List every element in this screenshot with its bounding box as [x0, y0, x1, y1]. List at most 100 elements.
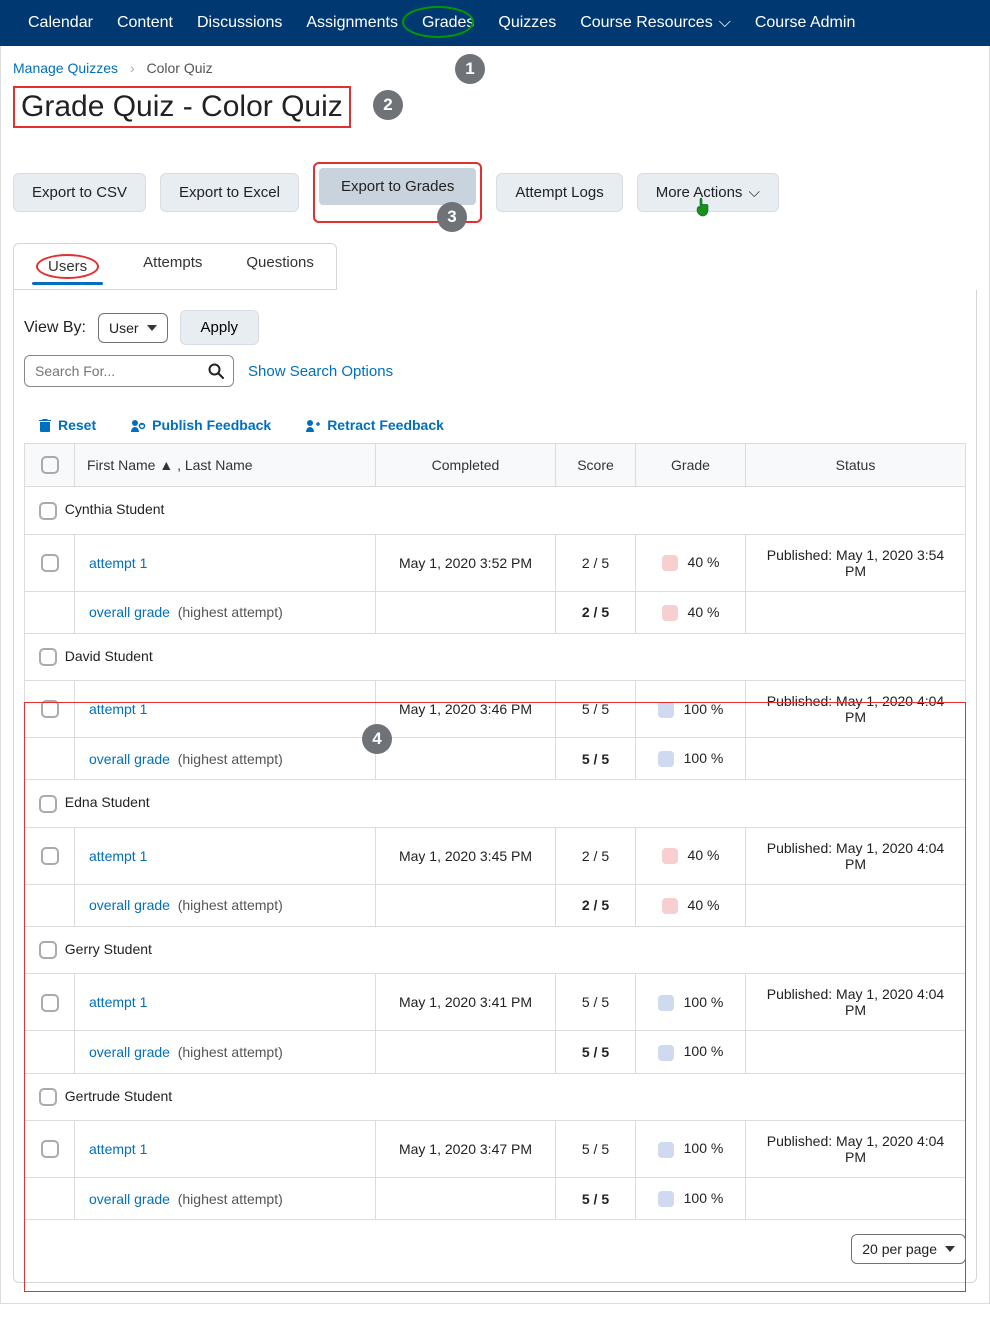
export-grades-button[interactable]: Export to Grades	[319, 168, 476, 205]
overall-note: (highest attempt)	[178, 1044, 283, 1060]
overall-grade-link[interactable]: overall grade	[89, 897, 170, 913]
top-nav: Calendar Content Discussions Assignments…	[0, 0, 990, 46]
nav-content[interactable]: Content	[105, 4, 185, 42]
export-csv-button[interactable]: Export to CSV	[13, 173, 146, 212]
publish-feedback-link[interactable]: Publish Feedback	[130, 417, 271, 433]
attempt-row: attempt 1May 1, 2020 3:45 PM2 / 540 %Pub…	[25, 827, 966, 884]
breadcrumb-root[interactable]: Manage Quizzes	[13, 60, 118, 76]
col-completed: Completed	[376, 444, 556, 487]
callout-2: 2	[373, 90, 403, 120]
nav-calendar[interactable]: Calendar	[16, 4, 105, 42]
attempt-row: attempt 1May 1, 2020 3:52 PM2 / 540 %Pub…	[25, 534, 966, 591]
grade-indicator-icon	[662, 555, 678, 571]
nav-quizzes[interactable]: Quizzes	[486, 4, 568, 42]
grade-indicator-icon	[662, 898, 678, 914]
overall-grade-link[interactable]: overall grade	[89, 1191, 170, 1207]
grade-cell: 40 %	[636, 827, 746, 884]
tab-users[interactable]: Users	[14, 244, 121, 289]
student-name: Gertrude Student	[65, 1088, 172, 1104]
overall-row: overall grade (highest attempt) 5 / 5100 …	[25, 1031, 966, 1073]
attempt-checkbox[interactable]	[41, 1140, 59, 1158]
score-cell: 5 / 5	[556, 681, 636, 738]
attempt-link[interactable]: attempt 1	[89, 701, 147, 717]
select-all-checkbox[interactable]	[41, 456, 59, 474]
attempt-checkbox[interactable]	[41, 700, 59, 718]
student-checkbox[interactable]	[39, 1088, 57, 1106]
view-by-select[interactable]: User	[98, 313, 168, 343]
per-page-select[interactable]: 20 per page	[851, 1234, 966, 1264]
overall-grade-link[interactable]: overall grade	[89, 751, 170, 767]
retract-icon	[305, 418, 321, 432]
student-row: Gertrude Student	[25, 1073, 966, 1120]
attempts-table: First Name ▲ , Last Name Completed Score…	[24, 443, 966, 1220]
pagination-row: 20 per page	[24, 1234, 966, 1264]
overall-grade-link[interactable]: overall grade	[89, 1044, 170, 1060]
attempt-logs-button[interactable]: Attempt Logs	[496, 173, 622, 212]
trash-icon	[38, 418, 52, 432]
col-name[interactable]: First Name ▲ , Last Name	[75, 444, 376, 487]
retract-feedback-link[interactable]: Retract Feedback	[305, 417, 444, 433]
overall-note: (highest attempt)	[178, 1191, 283, 1207]
overall-grade-link[interactable]: overall grade	[89, 604, 170, 620]
attempt-row: attempt 1May 1, 2020 3:41 PM5 / 5100 %Pu…	[25, 974, 966, 1031]
more-actions-button[interactable]: More Actions⌵	[637, 173, 779, 212]
student-row: Edna Student	[25, 780, 966, 827]
completed-cell: May 1, 2020 3:47 PM	[376, 1120, 556, 1177]
student-name: Gerry Student	[65, 941, 152, 957]
attempt-link[interactable]: attempt 1	[89, 848, 147, 864]
status-cell: Published: May 1, 2020 4:04 PM	[746, 681, 966, 738]
grade-indicator-icon	[662, 848, 678, 864]
search-input[interactable]	[35, 363, 205, 379]
student-row: Cynthia Student	[25, 487, 966, 534]
nav-course-admin[interactable]: Course Admin	[743, 4, 868, 42]
page-content: 1 Manage Quizzes › Color Quiz Grade Quiz…	[0, 46, 990, 1304]
attempt-checkbox[interactable]	[41, 994, 59, 1012]
chevron-down-icon: ⌵	[719, 14, 731, 31]
reset-link[interactable]: Reset	[38, 417, 96, 433]
completed-cell: May 1, 2020 3:46 PM	[376, 681, 556, 738]
apply-button[interactable]: Apply	[180, 310, 260, 345]
attempt-checkbox[interactable]	[41, 554, 59, 572]
student-checkbox[interactable]	[39, 502, 57, 520]
student-name: David Student	[65, 648, 153, 664]
overall-score-cell: 5 / 5	[556, 738, 636, 780]
attempt-link[interactable]: attempt 1	[89, 994, 147, 1010]
student-checkbox[interactable]	[39, 648, 57, 666]
overall-score-cell: 5 / 5	[556, 1031, 636, 1073]
breadcrumb: Manage Quizzes › Color Quiz	[13, 56, 977, 84]
overall-grade-cell: 100 %	[636, 1031, 746, 1073]
overall-note: (highest attempt)	[178, 751, 283, 767]
status-cell: Published: May 1, 2020 4:04 PM	[746, 827, 966, 884]
overall-grade-cell: 40 %	[636, 591, 746, 633]
search-row: Show Search Options	[24, 355, 966, 387]
overall-row: overall grade (highest attempt) 5 / 5100 …	[25, 738, 966, 780]
overall-grade-cell: 100 %	[636, 738, 746, 780]
score-cell: 5 / 5	[556, 974, 636, 1031]
attempt-checkbox[interactable]	[41, 847, 59, 865]
grade-indicator-icon	[658, 1191, 674, 1207]
grade-indicator-icon	[658, 995, 674, 1011]
nav-discussions[interactable]: Discussions	[185, 4, 294, 42]
grade-indicator-icon	[658, 751, 674, 767]
attempt-link[interactable]: attempt 1	[89, 555, 147, 571]
export-excel-button[interactable]: Export to Excel	[160, 173, 299, 212]
action-button-row: Export to CSV Export to Excel Export to …	[13, 162, 977, 223]
show-search-options-link[interactable]: Show Search Options	[248, 363, 393, 380]
attempt-link[interactable]: attempt 1	[89, 1141, 147, 1157]
col-score: Score	[556, 444, 636, 487]
search-icon[interactable]	[207, 362, 225, 380]
nav-course-resources[interactable]: Course Resources⌵	[568, 4, 743, 42]
overall-row: overall grade (highest attempt)2 / 540 %	[25, 591, 966, 633]
score-cell: 5 / 5	[556, 1120, 636, 1177]
student-row: Gerry Student	[25, 927, 966, 974]
attempt-row: attempt 1May 1, 2020 3:47 PM5 / 5100 %Pu…	[25, 1120, 966, 1177]
nav-assignments[interactable]: Assignments	[294, 4, 410, 42]
nav-grades[interactable]: Grades	[410, 4, 486, 42]
student-checkbox[interactable]	[39, 795, 57, 813]
tab-attempts[interactable]: Attempts	[121, 244, 224, 289]
student-checkbox[interactable]	[39, 941, 57, 959]
status-cell: Published: May 1, 2020 4:04 PM	[746, 974, 966, 1031]
status-cell: Published: May 1, 2020 3:54 PM	[746, 534, 966, 591]
tab-questions[interactable]: Questions	[224, 244, 336, 289]
overall-score-cell: 5 / 5	[556, 1177, 636, 1219]
